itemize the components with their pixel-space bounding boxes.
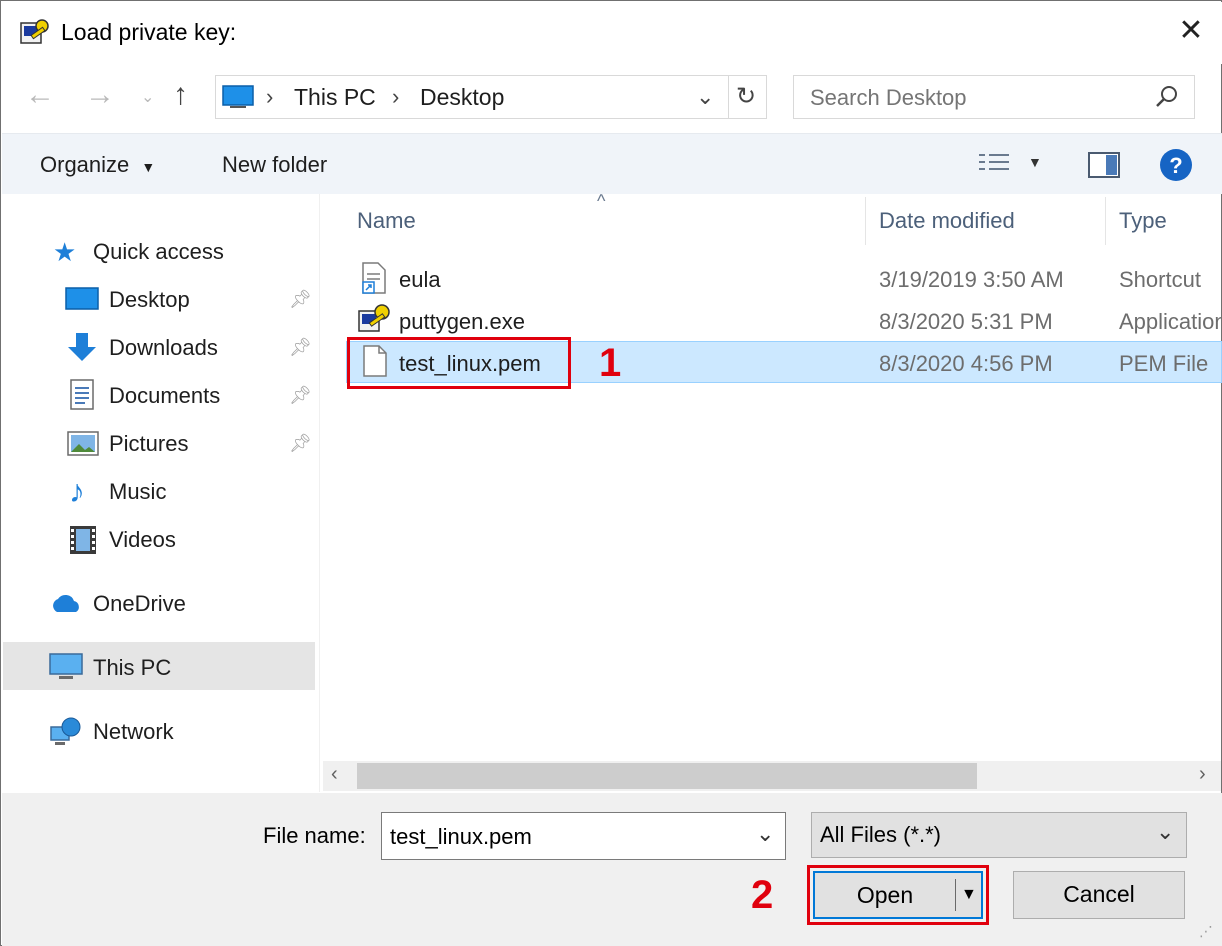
nav-item-videos[interactable]: Videos	[109, 527, 176, 553]
load-private-key-dialog: Load private key: ✕ ← → ⌄ ↑ › This PC › …	[0, 0, 1222, 946]
onedrive-icon	[49, 591, 83, 615]
cancel-button[interactable]: Cancel	[1013, 871, 1185, 919]
file-type: Application	[1119, 309, 1221, 334]
nav-pane-divider	[319, 194, 320, 792]
this-pc-icon	[49, 653, 83, 681]
refresh-icon[interactable]: ↻	[736, 82, 756, 111]
nav-network[interactable]: Network	[93, 719, 174, 745]
pin-icon[interactable]: 📌︎	[289, 289, 312, 310]
scroll-left-icon[interactable]: ‹	[331, 763, 338, 786]
back-button[interactable]: ←	[25, 75, 55, 115]
search-input[interactable]	[808, 82, 1142, 114]
downloads-icon	[65, 331, 99, 363]
nav-item-music[interactable]: Music	[109, 479, 166, 505]
view-options-dropdown-icon[interactable]: ▼	[1028, 154, 1042, 170]
file-date: 3/19/2019 3:50 AM	[879, 267, 1064, 292]
nav-item-documents[interactable]: Documents	[109, 383, 220, 409]
puttygen-app-icon	[19, 17, 51, 49]
resize-grip-icon[interactable]: ⋰	[1199, 923, 1213, 940]
nav-item-pictures[interactable]: Pictures	[109, 431, 188, 457]
close-button[interactable]: ✕	[1171, 11, 1211, 51]
up-button[interactable]: ↑	[173, 75, 188, 115]
puttygen-icon	[357, 303, 391, 335]
this-pc-icon	[222, 85, 254, 109]
pictures-icon	[67, 431, 99, 457]
forward-button[interactable]: →	[85, 75, 115, 115]
chevron-down-icon[interactable]: ⌄	[756, 821, 774, 847]
annotation-highlight-file	[347, 337, 571, 389]
annotation-step-2: 2	[751, 873, 774, 917]
chevron-right-icon[interactable]: ›	[392, 84, 399, 110]
videos-icon	[69, 525, 97, 555]
file-date: 8/3/2020 5:31 PM	[879, 309, 1053, 334]
documents-icon	[69, 379, 97, 411]
address-divider	[728, 76, 729, 118]
nav-item-downloads[interactable]: Downloads	[109, 335, 218, 361]
organize-label: Organize	[40, 152, 130, 177]
file-name-field[interactable]: test_linux.pem	[390, 824, 532, 850]
sort-arrow-icon: ^	[597, 191, 606, 211]
file-date: 8/3/2020 4:56 PM	[879, 351, 1053, 376]
breadcrumb-this-pc[interactable]: This PC	[294, 84, 376, 111]
pin-icon[interactable]: 📌︎	[289, 337, 312, 358]
star-icon: ★	[53, 237, 77, 267]
annotation-step-1: 1	[599, 341, 622, 385]
column-header-type[interactable]: Type	[1119, 208, 1167, 234]
file-name[interactable]: puttygen.exe	[399, 309, 525, 335]
network-icon	[49, 715, 83, 747]
file-type: Shortcut	[1119, 267, 1201, 292]
file-type-filter-value: All Files (*.*)	[820, 822, 942, 847]
nav-onedrive[interactable]: OneDrive	[93, 591, 186, 617]
dialog-title: Load private key:	[61, 19, 237, 45]
breadcrumb-desktop[interactable]: Desktop	[420, 84, 504, 111]
help-icon[interactable]: ?	[1159, 148, 1193, 182]
change-view-icon[interactable]	[977, 150, 1011, 178]
nav-item-desktop[interactable]: Desktop	[109, 287, 190, 313]
pin-icon[interactable]: 📌︎	[289, 385, 312, 406]
nav-this-pc[interactable]: This PC	[93, 655, 171, 681]
file-type-filter[interactable]: All Files (*.*) ⌄	[811, 812, 1187, 858]
address-dropdown-chevron-icon[interactable]: ⌄	[696, 84, 714, 110]
annotation-highlight-open	[807, 865, 989, 925]
shortcut-icon	[361, 262, 387, 294]
address-bar[interactable]: › This PC › Desktop ⌄ ↻	[215, 75, 767, 119]
pin-icon[interactable]: 📌︎	[289, 433, 312, 454]
file-name-label: File name:	[263, 823, 366, 848]
new-folder-button[interactable]: New folder	[222, 152, 327, 178]
chevron-right-icon[interactable]: ›	[266, 84, 273, 110]
column-divider[interactable]	[865, 197, 866, 245]
file-type: PEM File	[1119, 351, 1209, 376]
file-name[interactable]: eula	[399, 267, 441, 293]
preview-pane-icon[interactable]	[1088, 152, 1120, 178]
scroll-right-icon[interactable]: ›	[1199, 763, 1206, 786]
command-bar: Organize ▼ New folder ▼ ?	[2, 133, 1222, 194]
organize-button[interactable]: Organize ▼	[40, 152, 155, 178]
file-name-combobox[interactable]: test_linux.pem ⌄	[381, 812, 786, 860]
search-box[interactable]	[793, 75, 1195, 119]
column-header-date-modified[interactable]: Date modified	[879, 208, 1015, 234]
recent-locations-chevron-icon[interactable]: ⌄	[141, 87, 154, 107]
column-header-name[interactable]: Name	[357, 208, 416, 234]
desktop-icon	[65, 287, 99, 313]
music-icon: ♪	[69, 473, 85, 509]
file-row[interactable]	[346, 257, 1222, 299]
search-icon[interactable]	[1154, 84, 1180, 110]
nav-quick-access[interactable]: Quick access	[93, 239, 224, 265]
column-divider[interactable]	[1105, 197, 1106, 245]
svg-text:?: ?	[1169, 153, 1182, 178]
chevron-down-icon[interactable]: ⌄	[1156, 819, 1174, 845]
dropdown-arrow-icon: ▼	[141, 159, 156, 175]
scrollbar-thumb[interactable]	[357, 763, 977, 789]
